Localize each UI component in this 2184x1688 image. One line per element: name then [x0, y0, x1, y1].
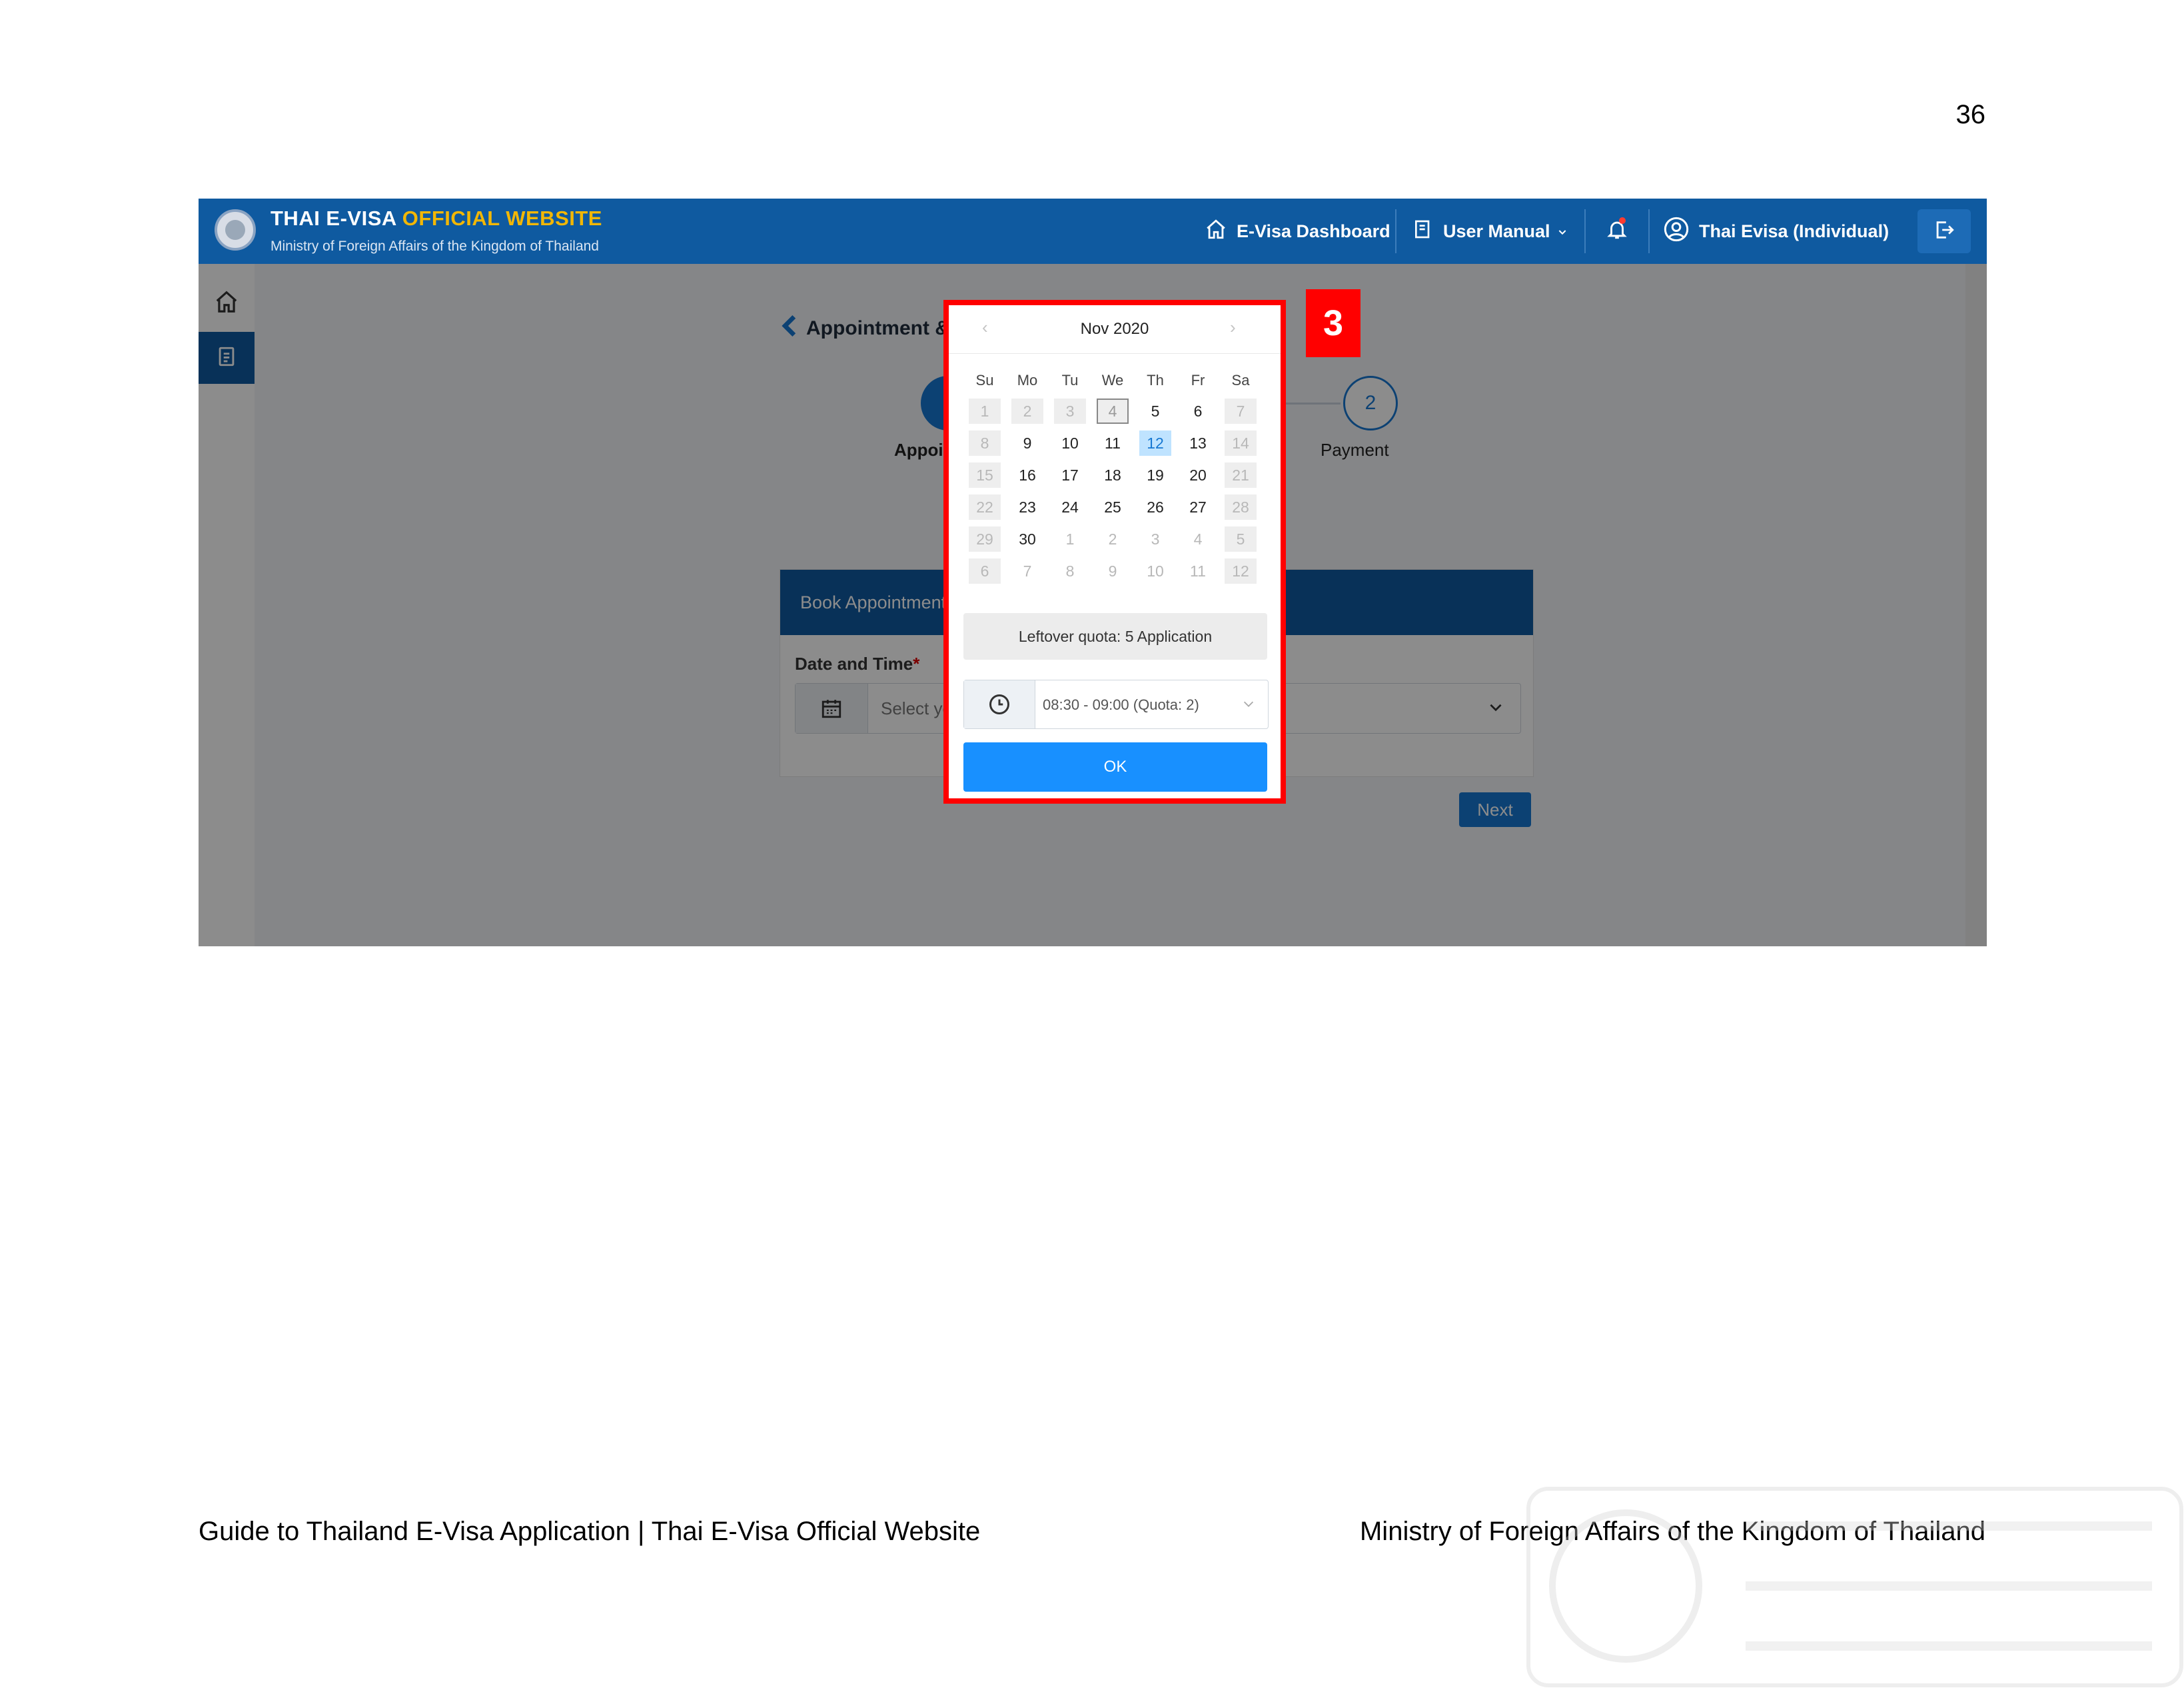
calendar-day[interactable]: 6: [969, 558, 1001, 584]
brand-title: THAI E-VISA OFFICIAL WEBSITE: [271, 207, 602, 231]
calendar-day[interactable]: 25: [1097, 494, 1129, 520]
calendar-day[interactable]: 9: [1097, 558, 1129, 584]
calendar-day[interactable]: 11: [1097, 430, 1129, 456]
calendar-day[interactable]: 6: [1182, 399, 1214, 424]
watermark-logo: [1526, 1487, 2183, 1687]
logout-icon: [1933, 219, 1955, 245]
home-icon: [1205, 218, 1227, 245]
weekday-label: Su: [975, 372, 994, 389]
calendar-day[interactable]: 18: [1097, 462, 1129, 488]
calendar-day[interactable]: 3: [1054, 399, 1086, 424]
calendar-day[interactable]: 12: [1225, 558, 1257, 584]
time-slot-select[interactable]: 08:30 - 09:00 (Quota: 2): [963, 680, 1269, 729]
nav-dashboard-link[interactable]: E-Visa Dashboard: [1205, 199, 1390, 264]
calendar-day[interactable]: 8: [1054, 558, 1086, 584]
calendar-day[interactable]: 16: [1011, 462, 1043, 488]
picker-header: Nov 2020 ‹ ›: [949, 305, 1281, 354]
calendar-day[interactable]: 2: [1011, 399, 1043, 424]
weekday-label: Mo: [1017, 372, 1038, 389]
nav-user-manual-menu[interactable]: User Manual: [1412, 199, 1568, 264]
calendar-day[interactable]: 10: [1139, 558, 1171, 584]
calendar-day[interactable]: 10: [1054, 430, 1086, 456]
logout-button[interactable]: [1917, 209, 1971, 253]
calendar-day[interactable]: 9: [1011, 430, 1043, 456]
page-number: 36: [1955, 100, 1986, 129]
calendar-day[interactable]: 21: [1225, 462, 1257, 488]
time-slot-value: 08:30 - 09:00 (Quota: 2): [1043, 696, 1199, 713]
weekday-label: Sa: [1231, 372, 1250, 389]
calendar-day[interactable]: 4: [1182, 526, 1214, 552]
user-icon: [1663, 216, 1690, 247]
leftover-quota: Leftover quota: 5 Application: [963, 613, 1267, 660]
calendar-day[interactable]: 30: [1011, 526, 1043, 552]
calendar-day[interactable]: 4: [1097, 399, 1129, 424]
calendar-day[interactable]: 20: [1182, 462, 1214, 488]
calendar-day[interactable]: 7: [1225, 399, 1257, 424]
chevron-down-icon: [1557, 221, 1568, 242]
weekday-label: Fr: [1191, 372, 1205, 389]
date-picker-popup: Nov 2020 ‹ › Su Mo Tu We Th Fr Sa 1 2 3 4 5 6 7 8 9 10 1…: [943, 300, 1286, 804]
calendar-day[interactable]: 28: [1225, 494, 1257, 520]
step-number-badge: 3: [1306, 289, 1361, 357]
notification-button[interactable]: [1606, 199, 1628, 264]
calendar-day[interactable]: 14: [1225, 430, 1257, 456]
nav-dashboard-label: E-Visa Dashboard: [1237, 221, 1390, 241]
nav-user-manual-label: User Manual: [1443, 221, 1550, 241]
calendar-day[interactable]: 17: [1054, 462, 1086, 488]
footer-left: Guide to Thailand E-Visa Application | T…: [199, 1517, 981, 1546]
weekday-label: Tu: [1061, 372, 1079, 389]
weekday-label: Th: [1147, 372, 1164, 389]
chevron-down-icon: [1241, 696, 1256, 714]
user-profile-menu[interactable]: Thai Evisa (Individual): [1663, 199, 1889, 264]
top-navigation-bar: THAI E-VISA OFFICIAL WEBSITE Ministry of…: [199, 199, 1987, 264]
manual-icon: [1412, 218, 1434, 245]
bell-icon: [1606, 217, 1628, 246]
brand-subtitle: Ministry of Foreign Affairs of the Kingd…: [271, 239, 599, 254]
screenshot-frame: THAI E-VISA OFFICIAL WEBSITE Ministry of…: [199, 199, 1987, 946]
prev-month-button[interactable]: ‹: [982, 317, 988, 338]
ministry-logo: [215, 209, 256, 251]
calendar-day[interactable]: 5: [1139, 399, 1171, 424]
calendar-day[interactable]: 15: [969, 462, 1001, 488]
brand-title-main: THAI E-VISA: [271, 207, 396, 230]
calendar-day[interactable]: 27: [1182, 494, 1214, 520]
clock-icon: [964, 680, 1035, 728]
calendar-day[interactable]: 11: [1182, 558, 1214, 584]
calendar-day[interactable]: 3: [1139, 526, 1171, 552]
calendar-day[interactable]: 5: [1225, 526, 1257, 552]
calendar-day[interactable]: 22: [969, 494, 1001, 520]
calendar-day[interactable]: 1: [1054, 526, 1086, 552]
next-month-button[interactable]: ›: [1230, 317, 1236, 338]
calendar-day[interactable]: 29: [969, 526, 1001, 552]
ok-button[interactable]: OK: [963, 742, 1267, 792]
calendar-day[interactable]: 2: [1097, 526, 1129, 552]
calendar-day[interactable]: 23: [1011, 494, 1043, 520]
calendar-day[interactable]: 7: [1011, 558, 1043, 584]
calendar-day[interactable]: 26: [1139, 494, 1171, 520]
calendar-day[interactable]: 1: [969, 399, 1001, 424]
calendar-day[interactable]: 13: [1182, 430, 1214, 456]
weekday-label: We: [1101, 372, 1124, 389]
calendar-day[interactable]: 19: [1139, 462, 1171, 488]
brand-title-accent: OFFICIAL WEBSITE: [402, 207, 602, 230]
user-name-label: Thai Evisa (Individual): [1699, 221, 1890, 241]
calendar-day[interactable]: 8: [969, 430, 1001, 456]
calendar-day[interactable]: 24: [1054, 494, 1086, 520]
calendar-day[interactable]: 12: [1139, 430, 1171, 456]
